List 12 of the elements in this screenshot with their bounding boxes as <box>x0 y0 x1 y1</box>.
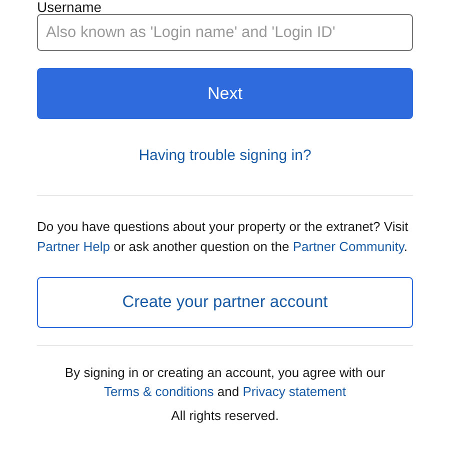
username-field[interactable]: Also known as 'Login name' and 'Login ID' <box>37 14 413 51</box>
link[interactable]: Partner Help <box>37 239 110 254</box>
field-label: Username <box>37 0 103 14</box>
link[interactable]: Privacy statement <box>242 384 346 399</box>
next-button[interactable]: Next <box>37 68 413 119</box>
link[interactable]: Terms & conditions <box>104 384 214 399</box>
create-account-button[interactable]: Create your partner account <box>37 277 413 328</box>
terms-text: By signing in or creating an account, you agree with our Terms & conditions and Privacy statement <box>64 364 386 401</box>
link[interactable]: Partner Community <box>292 239 404 254</box>
trouble-link[interactable]: Having trouble signing in? <box>138 147 312 164</box>
rights-text: All rights reserved. <box>170 408 280 423</box>
help-text: Do you have questions about your property or the extranet? Visit Partner Help or ask another question on the Partner Community. <box>37 218 410 256</box>
